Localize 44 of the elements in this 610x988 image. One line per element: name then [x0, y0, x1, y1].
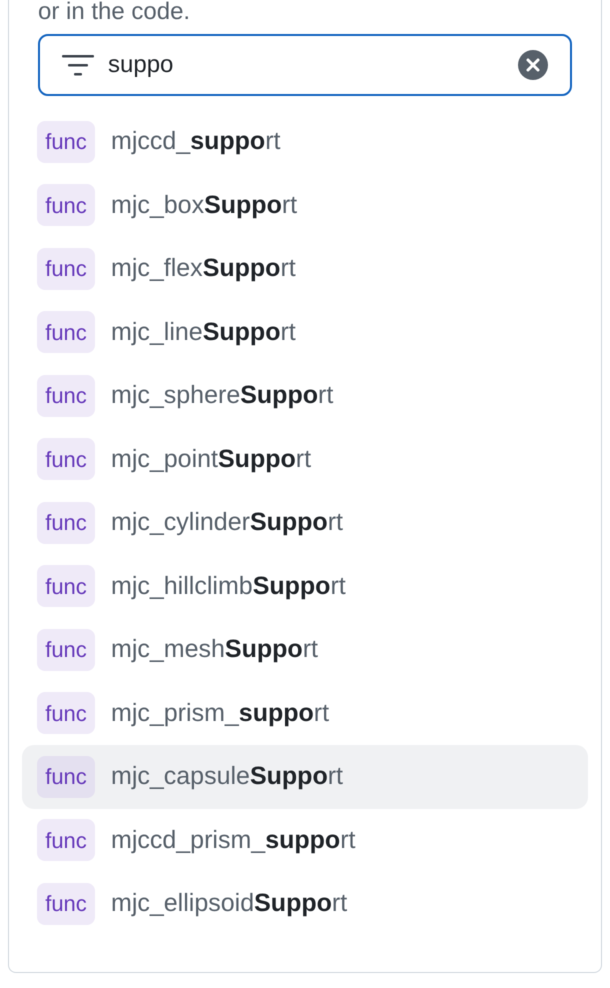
func-tag: func	[37, 311, 95, 354]
result-item[interactable]: func mjc_capsuleSupport	[22, 745, 588, 808]
result-name: mjc_capsuleSupport	[111, 761, 343, 792]
result-name: mjccd_support	[111, 126, 280, 157]
result-name: mjccd_prism_support	[111, 824, 356, 856]
result-name: mjc_pointSupport	[111, 444, 312, 474]
search-field[interactable]: suppo	[38, 34, 572, 96]
result-item[interactable]: func mjc_meshSupport	[22, 618, 588, 682]
func-tag: func	[37, 628, 95, 671]
result-item[interactable]: func mjccd_support	[22, 110, 588, 174]
result-name: mjc_cylinderSupport	[111, 507, 343, 538]
func-tag: func	[37, 120, 95, 163]
result-item[interactable]: func mjc_ellipsoidSupport	[22, 872, 588, 936]
func-tag: func	[37, 692, 95, 734]
func-tag: func	[37, 882, 95, 925]
result-name: mjc_lineSupport	[111, 316, 296, 348]
result-item[interactable]: func mjc_lineSupport	[22, 300, 588, 364]
search-input[interactable]: suppo	[108, 47, 504, 83]
result-name: mjc_sphereSupport	[111, 380, 334, 411]
result-item[interactable]: func mjc_cylinderSupport	[22, 491, 588, 554]
result-item[interactable]: func mjc_pointSupport	[22, 428, 588, 491]
result-name: mjc_prism_support	[111, 698, 330, 728]
func-tag: func	[37, 565, 95, 608]
intro-text: or in the code.	[38, 0, 192, 24]
result-name: mjc_boxSupport	[111, 190, 298, 220]
clear-icon[interactable]	[518, 50, 548, 80]
result-item[interactable]: func mjc_boxSupport	[22, 174, 588, 237]
result-name: mjc_flexSupport	[111, 253, 296, 284]
result-item[interactable]: func mjccd_prism_support	[22, 808, 588, 872]
func-tag: func	[37, 374, 95, 417]
result-item[interactable]: func mjc_hillclimbSupport	[22, 554, 588, 618]
result-name: mjc_meshSupport	[111, 634, 318, 665]
func-tag: func	[37, 438, 95, 480]
func-tag: func	[37, 819, 95, 862]
func-tag: func	[37, 184, 95, 226]
func-tag: func	[37, 756, 95, 798]
result-item[interactable]: func mjc_flexSupport	[22, 237, 588, 300]
func-tag: func	[37, 248, 95, 290]
func-tag: func	[37, 502, 95, 544]
filter-icon	[62, 54, 94, 76]
result-name: mjc_ellipsoidSupport	[111, 888, 348, 919]
result-name: mjc_hillclimbSupport	[111, 570, 346, 602]
result-item[interactable]: func mjc_prism_support	[22, 682, 588, 745]
result-item[interactable]: func mjc_sphereSupport	[22, 364, 588, 428]
